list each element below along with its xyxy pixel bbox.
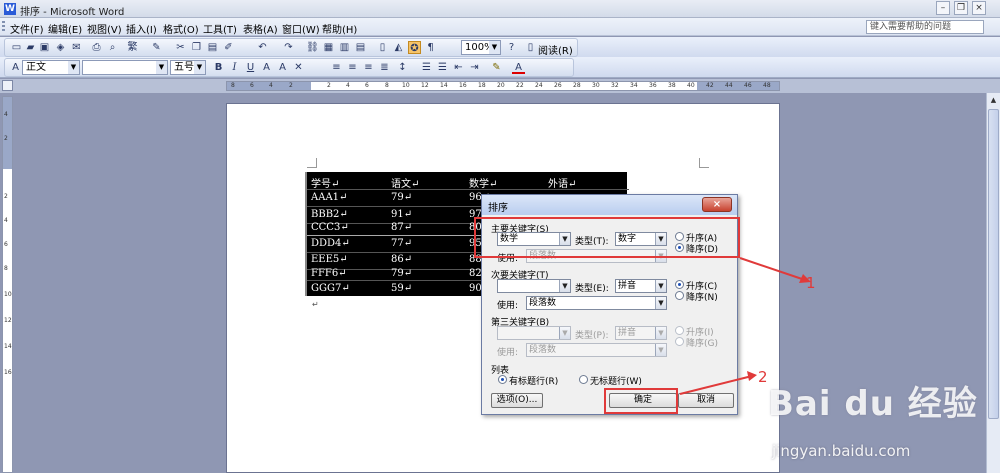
baidu-logo: Bai du 经验 xyxy=(768,384,978,424)
watermark-url: jingyan.baidu.com xyxy=(772,442,911,460)
arrow-1-line xyxy=(739,257,809,282)
baidu-watermark: Bai du 经验 jingyan.baidu.com xyxy=(768,376,978,460)
arrow-2-line xyxy=(679,375,753,395)
annotation-number-2: 2 xyxy=(758,368,768,386)
annotation-number-1: 1 xyxy=(806,274,816,292)
arrow-2-head xyxy=(747,371,757,381)
